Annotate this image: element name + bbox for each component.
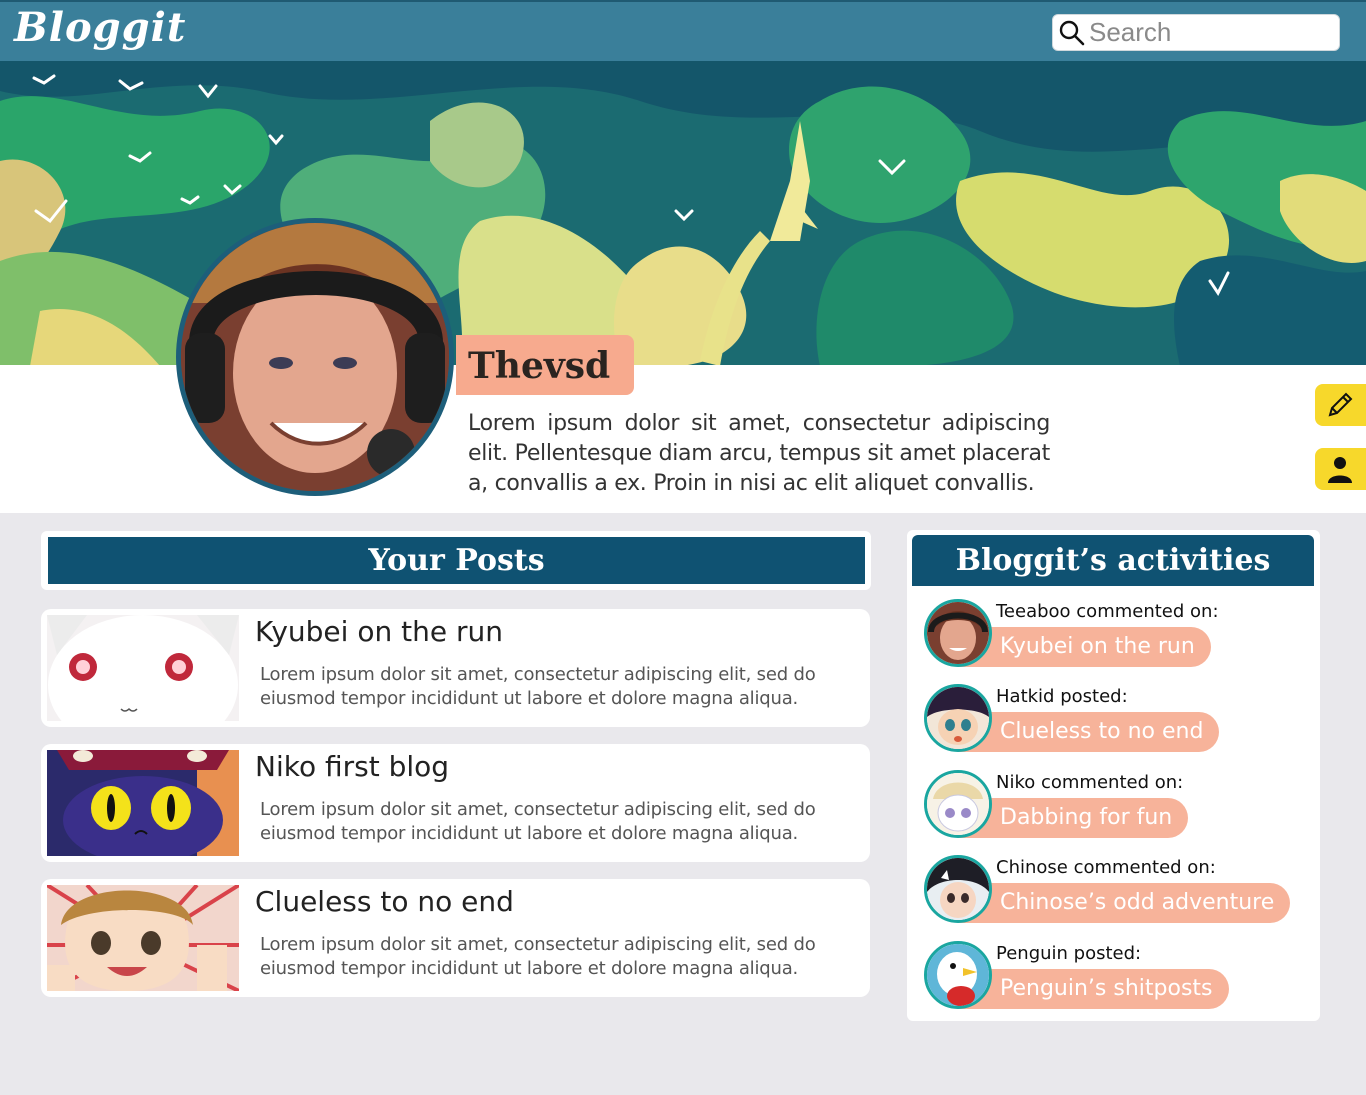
activity-item[interactable]: Kyubei on the run Teeaboo commented on: (924, 599, 1314, 669)
post-thumbnail (47, 750, 239, 856)
bloggit-logo[interactable]: Bloggit (14, 4, 186, 51)
post-thumbnail (47, 615, 239, 721)
top-navbar: Bloggit (0, 0, 1366, 62)
post-title[interactable]: Clueless to no end (255, 885, 514, 918)
account-button[interactable] (1315, 448, 1366, 490)
activity-post-link[interactable]: Kyubei on the run (958, 627, 1211, 667)
activity-text: Hatkid posted: (996, 686, 1128, 707)
edit-profile-button[interactable] (1315, 384, 1366, 426)
activity-post-link[interactable]: Clueless to no end (958, 712, 1220, 752)
pencil-icon (1328, 392, 1353, 417)
activity-avatar[interactable] (924, 684, 992, 752)
activity-post-link[interactable]: Penguin’s shitposts (958, 969, 1229, 1009)
activity-avatar[interactable] (924, 770, 992, 838)
activity-text: Penguin posted: (996, 943, 1142, 964)
post-excerpt: Lorem ipsum dolor sit amet, consectetur … (260, 799, 816, 844)
profile-bio: Lorem ipsum dolor sit amet, consectetur … (468, 411, 1050, 496)
activity-text: Niko commented on: (996, 772, 1184, 793)
activity-item[interactable]: Chinose’s odd adventure Chinose commente… (924, 855, 1314, 925)
activities-panel: Bloggit’s activities Kyubei on the run T… (907, 530, 1320, 1021)
post-excerpt: Lorem ipsum dolor sit amet, consectetur … (260, 934, 816, 979)
activity-avatar[interactable] (924, 855, 992, 923)
activity-text: Teeaboo commented on: (996, 601, 1219, 622)
activity-item[interactable]: Clueless to no end Hatkid posted: (924, 684, 1314, 754)
post-card[interactable]: Niko first blog Lorem ipsum dolor sit am… (41, 744, 870, 862)
your-posts-header-box: Your Posts (41, 531, 871, 590)
activity-post-link[interactable]: Chinose’s odd adventure (958, 883, 1291, 923)
activities-heading: Bloggit’s activities (912, 535, 1314, 586)
search-box[interactable] (1052, 14, 1340, 51)
activity-avatar[interactable] (924, 941, 992, 1009)
activity-post-link[interactable]: Dabbing for fun (958, 798, 1189, 838)
activity-text: Chinose commented on: (996, 857, 1216, 878)
post-card[interactable]: Clueless to no end Lorem ipsum dolor sit… (41, 879, 870, 997)
post-card[interactable]: Kyubei on the run Lorem ipsum dolor sit … (41, 609, 870, 727)
post-title[interactable]: Kyubei on the run (255, 615, 503, 648)
your-posts-heading: Your Posts (48, 537, 865, 584)
post-thumbnail (47, 885, 239, 991)
user-icon (1328, 457, 1352, 483)
search-icon (1059, 20, 1085, 45)
profile-username: Thevsd (456, 335, 635, 395)
post-title[interactable]: Niko first blog (255, 750, 449, 783)
post-excerpt: Lorem ipsum dolor sit amet, consectetur … (260, 664, 816, 709)
activity-item[interactable]: Penguin’s shitposts Penguin posted: (924, 941, 1314, 1011)
profile-avatar[interactable] (176, 218, 454, 496)
search-input[interactable] (1089, 17, 1329, 48)
activity-avatar[interactable] (924, 599, 992, 667)
activity-item[interactable]: Dabbing for fun Niko commented on: (924, 770, 1314, 840)
